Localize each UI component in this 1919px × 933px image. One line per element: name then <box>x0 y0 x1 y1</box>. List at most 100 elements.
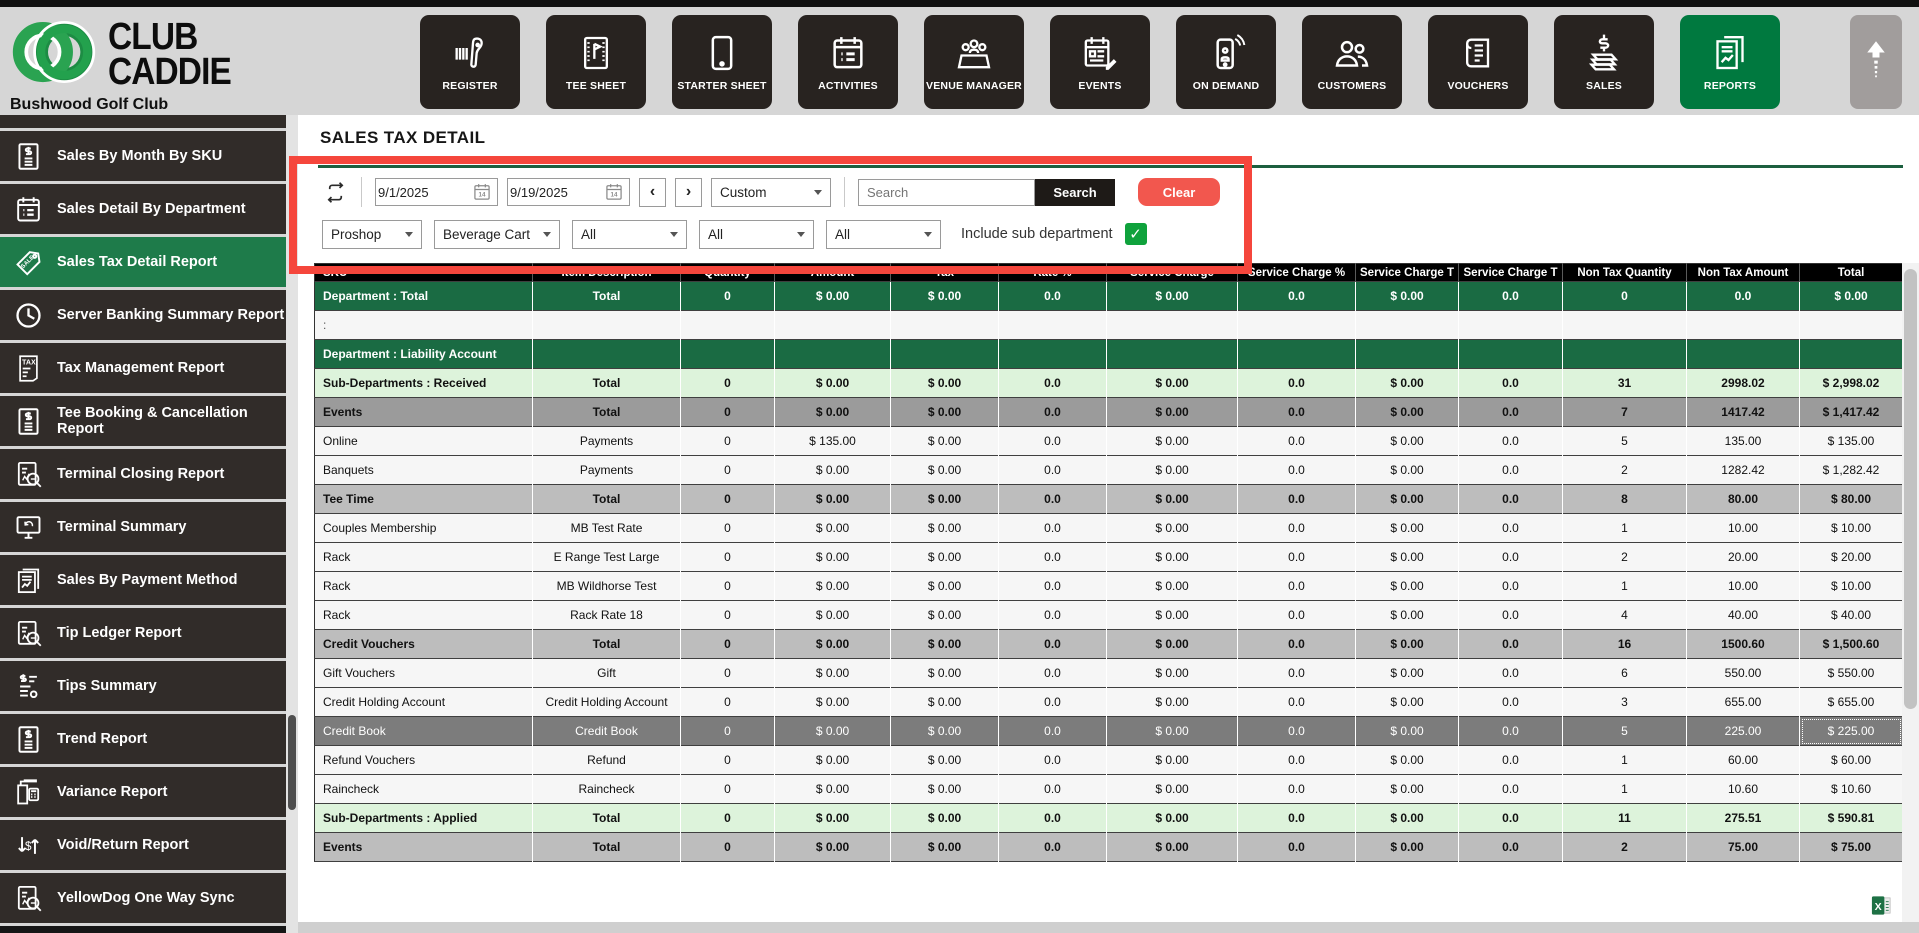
tee-sheet-icon <box>576 33 616 73</box>
table-row[interactable]: Department : Liability Account <box>314 339 1903 369</box>
nav-button-reports[interactable]: REPORTS <box>1680 15 1780 109</box>
sidebar-item-tip-ledger-report[interactable]: Tip Ledger Report <box>0 608 286 658</box>
nav-button-venue-manager[interactable]: VENUE MANAGER <box>924 15 1024 109</box>
table-row[interactable]: Credit Vouchers Total 0 $ 0.00 $ 0.00 0.0 $ 0.… <box>314 629 1903 659</box>
nav-button-on-demand[interactable]: ON DEMAND <box>1176 15 1276 109</box>
table-row[interactable]: Refund Vouchers Refund 0 $ 0.00 $ 0.00 0.0 $ 0… <box>314 745 1903 775</box>
table-row[interactable]: Rack E Range Test Large 0 $ 0.00 $ 0.00 0.0 $ … <box>314 542 1903 572</box>
table-row[interactable]: Sub-Departments : Applied Total 0 $ 0.00 $ 0… <box>314 803 1903 833</box>
sidebar-item-terminal-closing-report[interactable]: Terminal Closing Report <box>0 449 286 499</box>
sidebar-item-variance-report[interactable]: Variance Report <box>0 767 286 817</box>
table-cell: Events <box>314 397 533 427</box>
table-vertical-scrollbar-thumb[interactable] <box>1904 269 1917 709</box>
end-date-field[interactable]: 14 <box>507 178 630 206</box>
table-cell: Refund Vouchers <box>314 745 533 775</box>
start-date-field[interactable]: 14 <box>375 178 498 206</box>
table-row[interactable]: Gift Vouchers Gift 0 $ 0.00 $ 0.00 0.0 $ 0.00 0… <box>314 658 1903 688</box>
search-button[interactable]: Search <box>1035 178 1115 206</box>
sidebar-item-sales-tax-detail-report[interactable]: SALE Sales Tax Detail Report <box>0 237 286 287</box>
sidebar-item-server-banking-summary-report[interactable]: Server Banking Summary Report <box>0 290 286 340</box>
table-cell: 10.00 <box>1686 513 1800 543</box>
table-row[interactable]: Raincheck Raincheck 0 $ 0.00 $ 0.00 0.0 $ 0.00… <box>314 774 1903 804</box>
sidebar-item-terminal-summary[interactable]: Terminal Summary <box>0 502 286 552</box>
table-cell: 11 <box>1562 803 1687 833</box>
table-row[interactable]: Online Payments 0 $ 135.00 $ 0.00 0.0 $ 0.00 0.… <box>314 426 1903 456</box>
table-cell: $ 0.00 <box>890 281 999 311</box>
refresh-icon[interactable] <box>322 179 348 205</box>
sales-icon <box>1584 33 1624 73</box>
filter-select-4[interactable]: All <box>699 219 814 249</box>
table-cell: Credit Holding Account <box>314 687 533 717</box>
table-row[interactable]: Events Total 0 $ 0.00 $ 0.00 0.0 $ 0.00 0.0 $ 0.… <box>314 832 1903 862</box>
search-input[interactable] <box>858 178 1035 206</box>
sidebar-item-partial[interactable] <box>0 115 286 128</box>
sidebar-item-label: Tax Management Report <box>57 360 225 376</box>
table-row[interactable]: Events Total 0 $ 0.00 $ 0.00 0.0 $ 0.00 0.0 $ 0.… <box>314 397 1903 427</box>
sidebar-scrollbar[interactable] <box>286 115 298 933</box>
table-cell: Total <box>532 281 681 311</box>
table-vertical-scrollbar[interactable] <box>1902 263 1919 922</box>
table-row[interactable]: Banquets Payments 0 $ 0.00 $ 0.00 0.0 $ 0.00 0.… <box>314 455 1903 485</box>
nav-button-events[interactable]: EVENTS <box>1050 15 1150 109</box>
sidebar-item-label: Trend Report <box>57 731 148 747</box>
table-row[interactable]: Credit Holding Account Credit Holding Acc… <box>314 687 1903 717</box>
nav-button-sales[interactable]: SALES <box>1554 15 1654 109</box>
excel-export-button[interactable]: X <box>1870 894 1893 917</box>
date-range-select[interactable]: Custom <box>711 177 831 207</box>
scroll-top-button[interactable] <box>1850 15 1902 109</box>
sidebar-scrollbar-thumb[interactable] <box>288 715 296 810</box>
end-date-input[interactable] <box>510 184 596 200</box>
filter-select-3[interactable]: All <box>572 219 687 249</box>
table-row[interactable]: Department : Total Total 0 $ 0.00 $ 0.00 0.0 $… <box>314 281 1903 311</box>
nav-button-customers[interactable]: CUSTOMERS <box>1302 15 1402 109</box>
calendar-icon[interactable]: 14 <box>472 182 492 202</box>
sidebar-item-tax-management-report[interactable]: TAX Tax Management Report <box>0 343 286 393</box>
table-row[interactable]: Tee Time Total 0 $ 0.00 $ 0.00 0.0 $ 0.00 0.0 $ … <box>314 484 1903 514</box>
table-cell: 0 <box>680 368 775 398</box>
sidebar-item-sales-by-payment-method[interactable]: Sales By Payment Method <box>0 555 286 605</box>
sub-department-select[interactable]: Beverage Cart <box>434 219 560 249</box>
content-horizontal-scrollbar[interactable] <box>298 922 1919 933</box>
table-cell: Payments <box>532 455 681 485</box>
nav-button-vouchers[interactable]: VOUCHERS <box>1428 15 1528 109</box>
table-cell: 0.0 <box>1237 455 1356 485</box>
table-row[interactable]: Rack MB Wildhorse Test 0 $ 0.00 $ 0.00 0.0 $ 0… <box>314 571 1903 601</box>
table-cell: 0.0 <box>1458 832 1563 862</box>
brand-logo[interactable]: CLUB CADDIE <box>8 15 248 94</box>
nav-button-starter-sheet[interactable]: STARTER SHEET <box>672 15 772 109</box>
calendar-icon[interactable]: 14 <box>604 182 624 202</box>
sidebar-item-tee-booking-cancellation-report[interactable]: Tee Booking & Cancellation Report <box>0 396 286 446</box>
table-cell: $ 0.00 <box>890 803 999 833</box>
chevron-down-icon <box>797 231 805 237</box>
start-date-input[interactable] <box>378 184 464 200</box>
table-cell: 0.0 <box>1458 542 1563 572</box>
table-cell: $ 0.00 <box>890 455 999 485</box>
table-cell: 5 <box>1562 716 1687 746</box>
nav-button-register[interactable]: REGISTER <box>420 15 520 109</box>
sidebar-item-yellowdog-one-way-sync[interactable]: YellowDog One Way Sync <box>0 873 286 923</box>
include-sub-department-checkbox[interactable]: ✓ <box>1124 223 1147 245</box>
sidebar-item-sales-by-month-by-sku[interactable]: Sales By Month By SKU <box>0 131 286 181</box>
table-row[interactable]: Credit Book Credit Book 0 $ 0.00 $ 0.00 0.0 $ … <box>314 716 1903 746</box>
next-period-button[interactable]: › <box>675 177 702 207</box>
table-cell: $ 0.00 <box>890 629 999 659</box>
table-cell: 0.0 <box>998 368 1107 398</box>
table-row[interactable]: Rack Rack Rate 18 0 $ 0.00 $ 0.00 0.0 $ 0.00 0.… <box>314 600 1903 630</box>
previous-period-button[interactable]: ‹ <box>639 177 666 207</box>
table-cell: 0 <box>680 774 775 804</box>
sidebar-item-sales-detail-by-department[interactable]: Sales Detail By Department <box>0 184 286 234</box>
table-row[interactable]: Couples Membership MB Test Rate 0 $ 0.00 $ 0… <box>314 513 1903 543</box>
sidebar-item-trend-report[interactable]: Trend Report <box>0 714 286 764</box>
sidebar-item-tips-summary[interactable]: Tips Summary <box>0 661 286 711</box>
filter-select-5[interactable]: All <box>826 219 941 249</box>
nav-button-activities[interactable]: ACTIVITIES <box>798 15 898 109</box>
department-select[interactable]: Proshop <box>322 219 422 249</box>
sidebar-item-void-return-report[interactable]: $ Void/Return Report <box>0 820 286 870</box>
table-cell: 655.00 <box>1686 687 1800 717</box>
table-row[interactable]: : <box>314 310 1903 340</box>
svg-text:14: 14 <box>611 192 618 199</box>
nav-button-tee-sheet[interactable]: TEE SHEET <box>546 15 646 109</box>
clear-button[interactable]: Clear <box>1138 178 1220 206</box>
table-row[interactable]: Sub-Departments : Received Total 0 $ 0.00 $ … <box>314 368 1903 398</box>
table-cell: $ 10.00 <box>1799 571 1903 601</box>
